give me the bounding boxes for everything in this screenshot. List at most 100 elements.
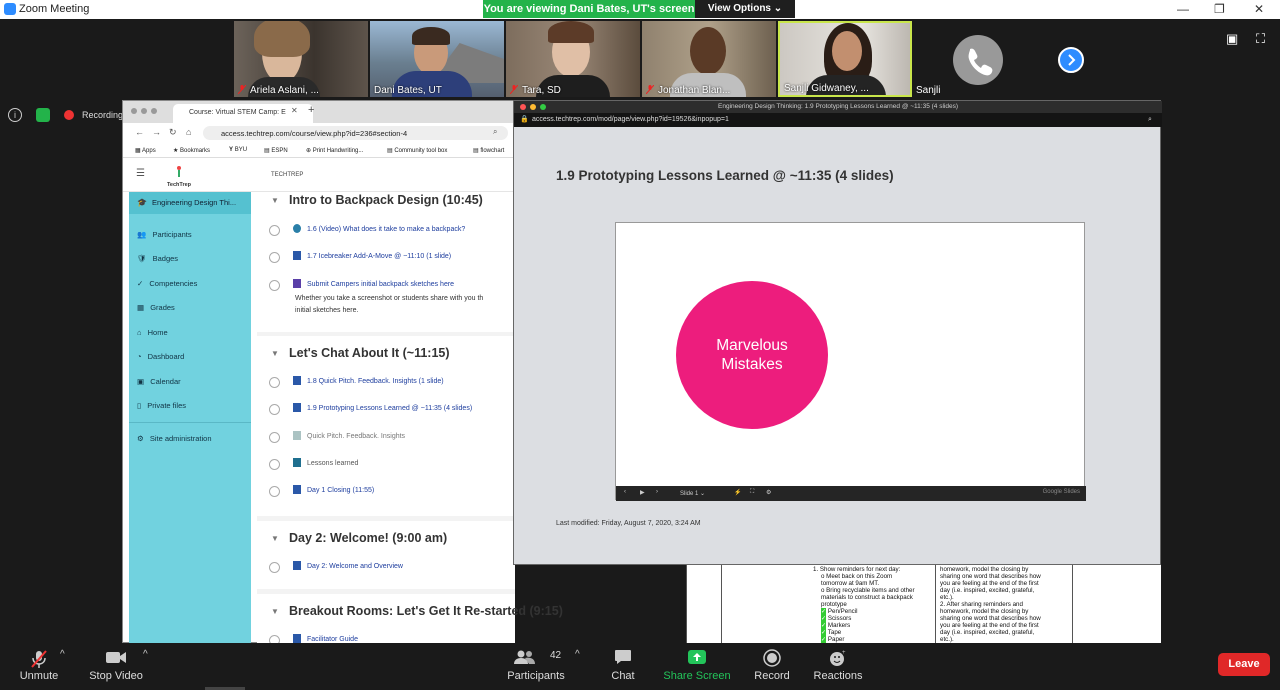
minimize-icon[interactable]: — (1177, 2, 1189, 16)
dashboard-icon: ◔ (137, 352, 142, 361)
completion-checkbox[interactable] (269, 486, 280, 497)
site-logo-text: TechTrep (166, 182, 192, 188)
new-tab-button[interactable]: + (308, 104, 314, 116)
completion-checkbox[interactable] (269, 280, 280, 291)
sidebar-item-private-files[interactable]: ▯ Private files (137, 401, 186, 410)
completion-checkbox[interactable] (269, 404, 280, 415)
participant-tile-active-speaker[interactable]: Sanjli Gidwaney, ... (778, 21, 912, 97)
slide-selector[interactable]: Slide 1 ⌄ (680, 490, 705, 497)
bookmark-item[interactable]: ⊕ Print Handwriting... (306, 147, 363, 154)
participant-tile[interactable]: Jonathan Blan... (642, 21, 776, 97)
muted-mic-icon (31, 650, 47, 668)
sidebar-item-label: Home (147, 328, 168, 337)
completion-checkbox[interactable] (269, 459, 280, 470)
participant-tile[interactable]: Dani Bates, UT (370, 21, 504, 97)
bookmark-item[interactable]: ▤ ESPN (264, 147, 288, 154)
play-icon[interactable]: ▶ (640, 489, 645, 496)
sidebar-item-calendar[interactable]: ▣ Calendar (137, 377, 181, 386)
site-nav-link[interactable]: TECHTREP (271, 172, 303, 178)
slide-embed[interactable]: Marvelous Mistakes ‹ ▶ › Slide 1 ⌄ ⚡ ⛶ ⚙… (615, 222, 1086, 501)
share-screen-label: Share Screen (663, 670, 731, 682)
collapse-caret-icon[interactable]: ▼ (271, 607, 279, 616)
activity-link[interactable]: Submit Campers initial backpack sketches… (307, 281, 454, 288)
completion-checkbox[interactable] (269, 225, 280, 236)
address-bar[interactable]: access.techtrep.com/course/view.php?id=2… (203, 126, 508, 140)
shield-icon[interactable] (36, 108, 50, 122)
stop-video-button[interactable]: Stop Video (84, 643, 148, 690)
activity-link[interactable]: Quick Pitch. Feedback. Insights (307, 433, 405, 440)
completion-checkbox[interactable] (269, 252, 280, 263)
activity-link[interactable]: 1.6 (Video) What does it take to make a … (307, 226, 465, 233)
sidebar-item-dashboard[interactable]: ◔ Dashboard (137, 352, 184, 361)
participant-tile[interactable]: Ariela Aslani, ... (234, 21, 368, 97)
completion-checkbox[interactable] (269, 377, 280, 388)
sidebar-item-course[interactable]: 🎓 Engineering Design Thi... (129, 192, 251, 214)
activity-link[interactable]: 1.9 Prototyping Lessons Learned @ ~11:35… (307, 405, 472, 412)
menu-icon[interactable]: ☰ (136, 168, 145, 179)
leave-button[interactable]: Leave (1218, 653, 1270, 676)
page-icon (293, 561, 301, 570)
completion-checkbox[interactable] (269, 562, 280, 573)
forward-icon[interactable]: → (152, 127, 161, 137)
collapse-caret-icon[interactable]: ▼ (271, 534, 279, 543)
chat-button[interactable]: Chat (600, 643, 646, 690)
sidebar-item-grades[interactable]: ▦ Grades (137, 303, 175, 312)
completion-checkbox[interactable] (269, 432, 280, 443)
bookmark-item[interactable]: Y BYU (229, 147, 247, 153)
sidebar-item-site-administration[interactable]: ⚙ Site administration (137, 434, 212, 443)
view-options-button[interactable]: View Options ⌄ (695, 0, 795, 18)
info-icon[interactable]: i (8, 108, 22, 122)
fullscreen-icon[interactable]: ⛶ (750, 489, 754, 496)
close-tab-icon[interactable]: ✕ (291, 106, 298, 115)
next-slide-icon[interactable]: › (656, 489, 658, 495)
sidebar-item-badges[interactable]: 🛡 Badges (137, 254, 178, 263)
pointer-icon[interactable]: ⚡ (734, 489, 741, 496)
activity-link[interactable]: 1.8 Quick Pitch. Feedback. Insights (1 s… (307, 378, 444, 385)
collapse-caret-icon[interactable]: ▼ (271, 349, 279, 358)
collapse-caret-icon[interactable]: ▼ (271, 196, 279, 205)
bookmark-item[interactable]: ▤ Community tool box (387, 147, 447, 154)
site-logo[interactable]: TechTrep (161, 164, 197, 188)
activity-link[interactable]: Lessons learned (307, 460, 358, 467)
reload-icon[interactable]: ↻ (169, 127, 177, 138)
recording-label: Recording (82, 110, 124, 120)
gallery-view-icon[interactable]: ▣ (1226, 31, 1238, 47)
sidebar-item-competencies[interactable]: ✓ Competencies (137, 279, 197, 288)
home-icon[interactable]: ⌂ (186, 127, 191, 137)
video-options-caret-icon[interactable]: ^ (143, 649, 148, 660)
record-icon (763, 649, 781, 667)
muted-mic-icon (510, 85, 518, 94)
share-screen-button[interactable]: Share Screen (663, 643, 731, 690)
bookmark-label: Print Handwriting... (312, 148, 364, 154)
sidebar-item-home[interactable]: ⌂ Home (137, 328, 168, 337)
share-screen-icon (688, 650, 706, 664)
activity-link[interactable]: Facilitator Guide (307, 636, 358, 643)
participant-name: Sanjli Gidwaney, ... (784, 83, 869, 94)
back-icon[interactable]: ← (135, 127, 144, 137)
restore-icon[interactable]: ❐ (1214, 2, 1225, 16)
bookmark-item[interactable]: ▤ flowchart (473, 147, 504, 154)
participant-tile[interactable]: Tara, SD (506, 21, 640, 97)
sidebar-item-participants[interactable]: 👥 Participants (137, 230, 192, 239)
activity-link[interactable]: 1.7 Icebreaker Add-A-Move @ ~11:10 (1 sl… (307, 253, 451, 260)
bookmark-item[interactable]: ▦ Apps (135, 147, 156, 154)
bookmark-label: BYU (234, 147, 248, 153)
course-section: ▼ Day 2: Welcome! (9:00 am) Day 2: Welco… (257, 521, 515, 589)
next-page-button[interactable] (1058, 47, 1084, 73)
participants-options-caret-icon[interactable]: ^ (575, 649, 580, 660)
fullscreen-icon[interactable]: ⛶ (1256, 31, 1265, 47)
record-button[interactable]: Record (748, 643, 796, 690)
doc-line: etc.). (940, 636, 954, 643)
reactions-button[interactable]: + Reactions (810, 643, 866, 690)
popup-address-bar[interactable]: 🔒 access.techtrep.com/mod/page/view.php?… (514, 113, 1162, 127)
prev-slide-icon[interactable]: ‹ (624, 489, 626, 495)
activity-link[interactable]: Day 1 Closing (11:55) (307, 487, 374, 494)
close-icon[interactable]: ✕ (1254, 2, 1264, 16)
gear-icon[interactable]: ⚙ (766, 489, 771, 496)
participants-button[interactable]: 42 Participants (502, 643, 570, 690)
search-icon[interactable]: ⌕ (493, 127, 497, 137)
activity-link[interactable]: Day 2: Welcome and Overview (307, 563, 403, 570)
search-icon[interactable]: ⌕ (1148, 113, 1152, 127)
bookmark-item[interactable]: ★ Bookmarks (173, 147, 210, 154)
audio-options-caret-icon[interactable]: ^ (60, 649, 65, 660)
